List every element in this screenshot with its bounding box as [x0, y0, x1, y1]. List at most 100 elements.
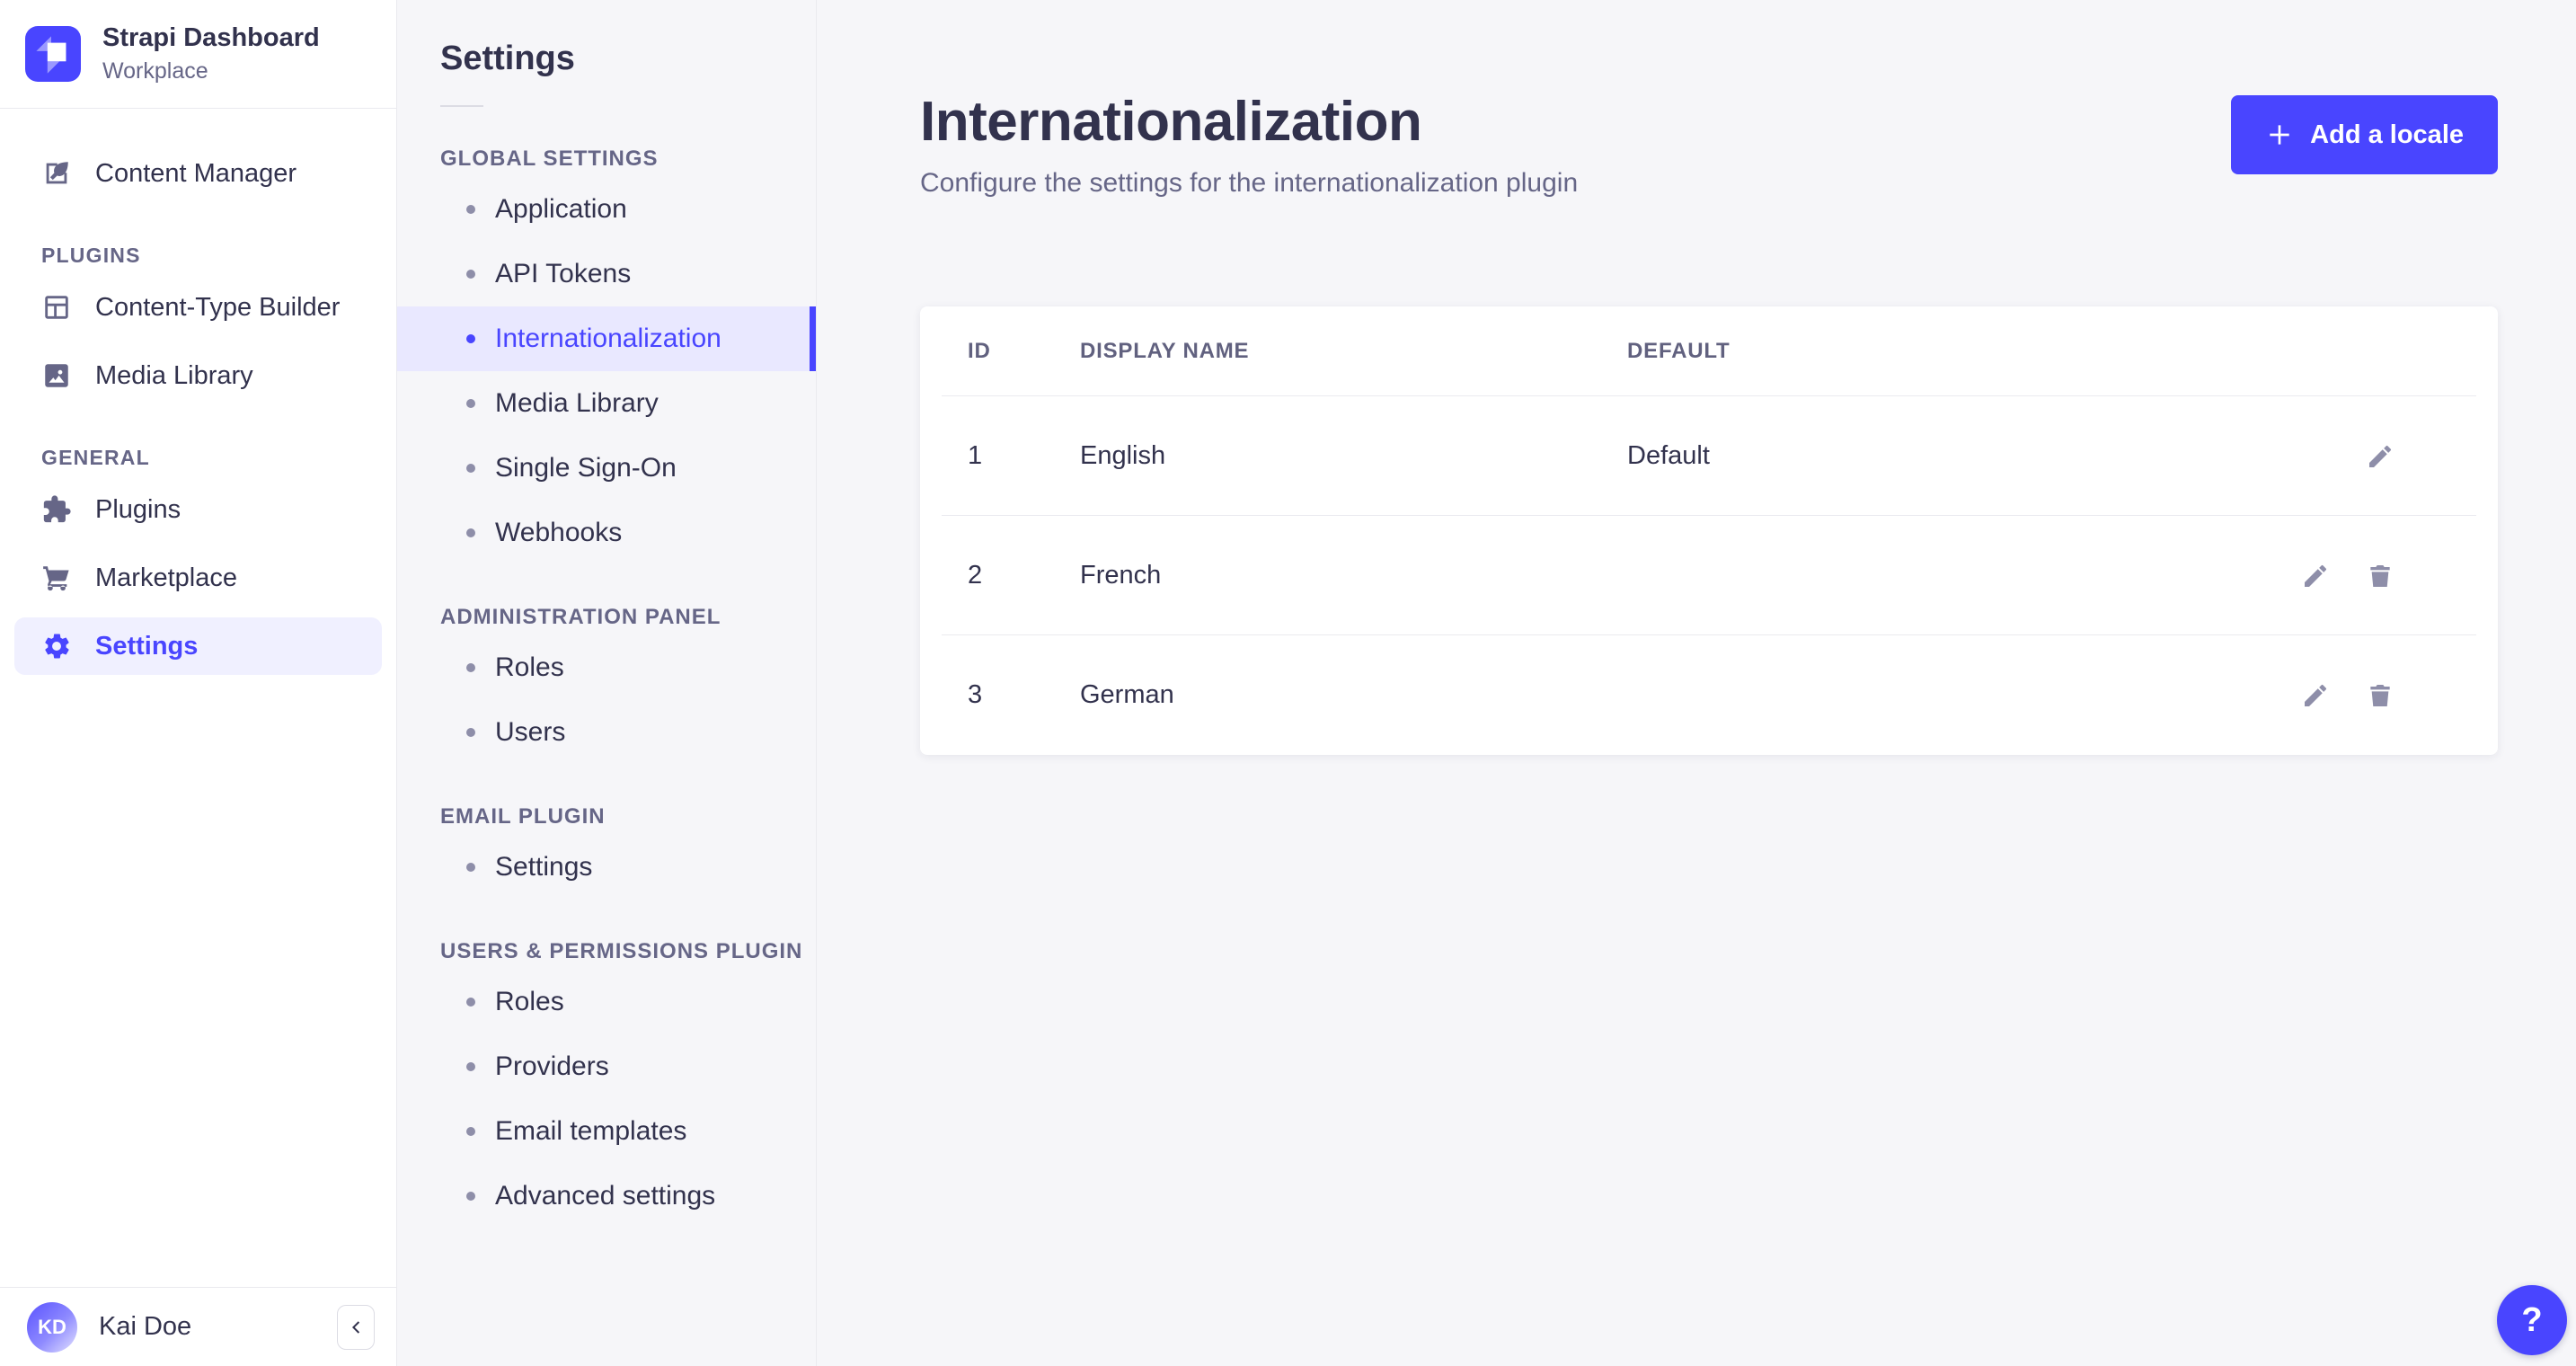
- settings-subnav: Settings GLOBAL SETTINGS Application API T…: [397, 0, 817, 1366]
- plugins-icon: [41, 494, 72, 525]
- page-subtitle: Configure the settings for the internati…: [920, 168, 1579, 198]
- main-nav: Content Manager PLUGINS Content-Type Build…: [0, 109, 396, 1287]
- locale-display-name: German: [1080, 680, 1174, 709]
- brand-subtitle: Workplace: [102, 58, 208, 84]
- bullet-icon: [466, 399, 475, 408]
- subnav-item-label: Media Library: [495, 388, 659, 418]
- pencil-icon: [2301, 681, 2330, 710]
- sidebar-item-label: Marketplace: [95, 563, 237, 592]
- subnav-item-email-templates[interactable]: Email templates: [397, 1099, 816, 1164]
- locale-id: 3: [968, 680, 983, 709]
- add-locale-button[interactable]: Add a locale: [2231, 95, 2498, 174]
- subnav-item-label: Roles: [495, 987, 564, 1016]
- subnav-item-media-library[interactable]: Media Library: [397, 371, 816, 436]
- sidebar-item-label: Content-Type Builder: [95, 292, 341, 322]
- subnav-item-internationalization[interactable]: Internationalization: [397, 306, 816, 371]
- subnav-item-roles[interactable]: Roles: [397, 970, 816, 1034]
- sidebar-item-label: Settings: [95, 631, 199, 661]
- subnav-item-users[interactable]: Users: [397, 700, 816, 765]
- locale-row-english: 1 English Default: [920, 396, 2498, 516]
- locale-id: 1: [968, 441, 983, 470]
- content-manager-icon: [41, 158, 72, 189]
- sidebar-item-content-manager[interactable]: Content Manager: [14, 145, 382, 202]
- bullet-icon: [466, 464, 475, 473]
- subnav-section: USERS & PERMISSIONS PLUGIN Roles Providers…: [397, 939, 816, 1229]
- chevron-left-icon: [345, 1317, 367, 1338]
- subnav-item-providers[interactable]: Providers: [397, 1034, 816, 1099]
- locale-id: 2: [968, 561, 983, 590]
- bullet-icon: [466, 334, 475, 343]
- divider: [440, 105, 483, 107]
- subnav-item-label: Application: [495, 194, 627, 224]
- locale-actions: [2301, 562, 2395, 590]
- bullet-icon: [466, 1062, 475, 1071]
- sidebar-item-media-library[interactable]: Media Library: [14, 347, 382, 404]
- subnav-title: Settings: [440, 40, 575, 77]
- sidebar-item-content-type-builder[interactable]: Content-Type Builder: [14, 279, 382, 336]
- subnav-item-label: Roles: [495, 652, 564, 682]
- subnav-item-label: Providers: [495, 1051, 609, 1081]
- sidebar-section-label: GENERAL: [41, 446, 150, 469]
- trash-icon: [2366, 681, 2395, 710]
- subnav-item-advanced-settings[interactable]: Advanced settings: [397, 1164, 816, 1229]
- subnav-item-label: Settings: [495, 852, 593, 882]
- sidebar-item-label: Media Library: [95, 360, 253, 390]
- brand[interactable]: Strapi Dashboard Workplace: [0, 0, 396, 108]
- edit-locale-button[interactable]: [2301, 681, 2330, 710]
- subnav-item-settings[interactable]: Settings: [397, 835, 816, 900]
- subnav-item-single-sign-on[interactable]: Single Sign-On: [397, 436, 816, 501]
- trash-icon: [2366, 562, 2395, 590]
- locale-row-french: 2 French: [920, 516, 2498, 635]
- help-button[interactable]: ?: [2497, 1285, 2567, 1355]
- media-library-icon: [41, 360, 72, 391]
- column-header-id: ID: [968, 339, 991, 363]
- locale-default: Default: [1627, 441, 1710, 470]
- locale-actions: [2301, 442, 2395, 471]
- marketplace-icon: [41, 563, 72, 593]
- bullet-icon: [466, 863, 475, 872]
- sidebar-item-marketplace[interactable]: Marketplace: [14, 549, 382, 607]
- subnav-section: ADMINISTRATION PANEL Roles Users: [397, 605, 816, 765]
- column-header-display-name: DISPLAY NAME: [1080, 339, 1250, 363]
- subnav-item-roles[interactable]: Roles: [397, 635, 816, 700]
- bullet-icon: [466, 1127, 475, 1136]
- locales-table-header: ID DISPLAY NAME DEFAULT: [920, 306, 2498, 396]
- user-name: Kai Doe: [99, 1312, 192, 1341]
- subnav-item-label: Email templates: [495, 1116, 687, 1146]
- sidebar-section-label: PLUGINS: [41, 244, 141, 267]
- sidebar-item-settings[interactable]: Settings: [14, 617, 382, 675]
- subnav-item-label: API Tokens: [495, 259, 632, 288]
- edit-locale-button[interactable]: [2366, 442, 2395, 471]
- sidebar-section: PLUGINS Content-Type Builder Media Library: [14, 244, 382, 404]
- sidebar-section: Content Manager: [14, 145, 382, 202]
- bullet-icon: [466, 270, 475, 279]
- main-content: Internationalization Configure the setti…: [817, 0, 2576, 1366]
- subnav-section-label: GLOBAL SETTINGS: [440, 146, 659, 171]
- add-locale-label: Add a locale: [2310, 120, 2464, 149]
- content-type-builder-icon: [41, 292, 72, 323]
- locale-display-name: English: [1080, 441, 1166, 470]
- brand-title: Strapi Dashboard: [102, 23, 320, 52]
- bullet-icon: [466, 998, 475, 1007]
- bullet-icon: [466, 528, 475, 537]
- subnav-item-application[interactable]: Application: [397, 177, 816, 242]
- sidebar-section: GENERAL Plugins Marketplace Settings: [14, 446, 382, 675]
- subnav-item-label: Internationalization: [495, 324, 721, 353]
- sidebar-item-plugins[interactable]: Plugins: [14, 481, 382, 538]
- pencil-icon: [2366, 442, 2395, 471]
- bullet-icon: [466, 205, 475, 214]
- delete-locale-button[interactable]: [2366, 562, 2395, 590]
- subnav-section-label: ADMINISTRATION PANEL: [440, 605, 721, 629]
- subnav-section-label: EMAIL PLUGIN: [440, 804, 606, 829]
- collapse-sidebar-button[interactable]: [337, 1304, 375, 1350]
- subnav-item-label: Users: [495, 717, 566, 747]
- edit-locale-button[interactable]: [2301, 562, 2330, 590]
- subnav-sections: GLOBAL SETTINGS Application API Tokens Inte…: [397, 146, 816, 1229]
- avatar[interactable]: KD: [27, 1301, 77, 1353]
- subnav-item-api-tokens[interactable]: API Tokens: [397, 242, 816, 306]
- page-header: Internationalization Configure the setti…: [920, 90, 2498, 199]
- plus-icon: [2265, 120, 2294, 149]
- delete-locale-button[interactable]: [2366, 681, 2395, 710]
- bullet-icon: [466, 728, 475, 737]
- subnav-item-webhooks[interactable]: Webhooks: [397, 501, 816, 565]
